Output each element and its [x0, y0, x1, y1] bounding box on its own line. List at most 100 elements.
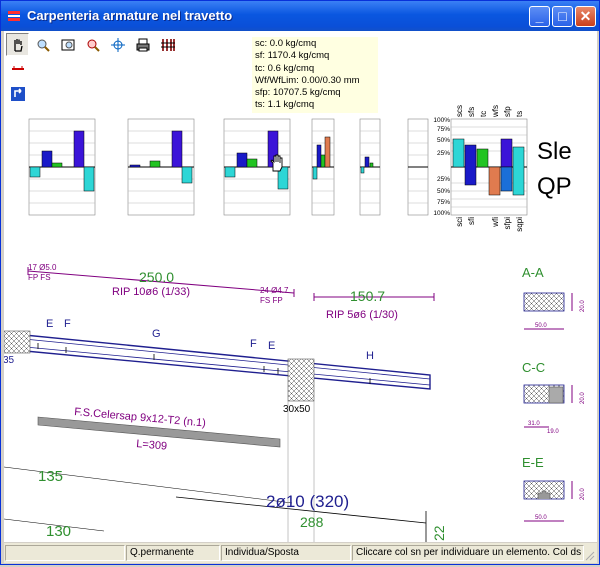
pct-label: 75%	[437, 126, 450, 133]
percent-labels: 100% 75% 50% 25% 25% 50% 75% 100%	[433, 117, 450, 217]
joist-elevation: 35 E F G F E H 30x50	[4, 318, 431, 415]
status-load-case: Q.permanente	[126, 545, 220, 561]
dim-22: 22	[431, 525, 447, 541]
app-icon	[7, 9, 21, 23]
edge-number: 35	[4, 355, 15, 366]
dim-288: 288	[300, 514, 324, 530]
bar-green	[320, 154, 326, 168]
cross-section-cc: C-C 31.0 19.0 20.0	[522, 360, 586, 435]
close-icon: ✕	[579, 8, 592, 24]
right-rebar-label: 24 Ø4.7	[260, 286, 289, 295]
axis-label: sci	[455, 217, 464, 227]
section-width: 31.0	[528, 421, 540, 427]
status-hint: Cliccare col sn per individuare un eleme…	[352, 545, 584, 561]
combo-label-qp: QP	[537, 173, 572, 200]
axis-label: scs	[455, 105, 464, 117]
status-bar: Q.permanente Individua/Sposta Cliccare c…	[4, 543, 597, 563]
bar-green	[246, 158, 258, 168]
rip-label-1: RIP 10ø6 (1/33)	[112, 286, 190, 298]
rip-label-2: RIP 5ø6 (1/30)	[326, 309, 398, 321]
axis-label: sfpi	[503, 217, 512, 230]
dim-250: 250.0	[139, 269, 174, 285]
drawing-canvas[interactable]: sc: 0.0 kg/cmq sf: 1170.4 kg/cmq tc: 0.6…	[4, 31, 597, 542]
resize-grip-icon[interactable]	[585, 549, 595, 561]
bar-purple	[171, 130, 183, 168]
pct-label: 100%	[433, 210, 450, 217]
maximize-button[interactable]: □	[552, 6, 573, 27]
section-extra: 19.0	[547, 429, 559, 435]
top-axis-labels: scs sfs tc wfs sfp ts	[455, 105, 524, 118]
dim-135: 135	[38, 468, 63, 485]
section-title: C-C	[522, 360, 545, 375]
bar-orange	[488, 166, 501, 196]
bar-cyan	[312, 166, 318, 180]
axis-label: sfp	[503, 106, 512, 117]
window-title: Carpenteria armature nel travetto	[27, 8, 233, 23]
beam-length: L=309	[136, 438, 168, 453]
status-cell-empty	[5, 545, 125, 561]
bar-blue	[129, 164, 141, 168]
mini-chart-1	[28, 118, 96, 216]
bar-cyan	[452, 138, 465, 168]
minimize-button[interactable]: _	[529, 6, 550, 27]
bar-orange	[324, 136, 331, 168]
mini-charts: 100% 75% 50% 25% 25% 50% 75% 100% scs sf…	[28, 105, 572, 232]
bar-blue	[316, 144, 322, 168]
section-width: 50.0	[535, 515, 547, 521]
section-letter: E	[46, 318, 53, 330]
dim-150: 150.7	[350, 288, 385, 304]
section-letter: E	[268, 340, 275, 352]
rebar-annotations: 17 Ø5.0 FP FS 250.0 RIP 10ø6 (1/33) 24 Ø…	[27, 263, 435, 321]
section-height: 20.0	[580, 488, 586, 500]
bar-blue	[464, 144, 477, 186]
app-window: Carpenteria armature nel travetto _ □ ✕	[0, 0, 600, 565]
bar-cyan	[181, 166, 193, 184]
cross-section-aa: A-A 50.0 20.0	[522, 265, 586, 330]
maximize-icon: □	[558, 8, 567, 24]
combined-check-chart	[450, 118, 528, 216]
dim-130: 130	[46, 523, 71, 540]
section-width: 50.0	[535, 323, 547, 329]
mini-chart-4	[311, 118, 335, 216]
bar-cyan	[360, 166, 365, 174]
bar-purple	[500, 138, 513, 168]
cross-section-ee: E-E 50.0 20.0	[522, 455, 586, 522]
section-height: 20.0	[580, 300, 586, 312]
pct-label: 50%	[437, 188, 450, 195]
close-button[interactable]: ✕	[575, 6, 596, 27]
bar-blue	[364, 156, 370, 168]
pct-label: 25%	[437, 176, 450, 183]
left-rebar-label: 17 Ø5.0	[28, 263, 57, 272]
bar-cyan	[83, 166, 95, 192]
drawing-svg: 100% 75% 50% 25% 25% 50% 75% 100% scs sf…	[4, 105, 586, 542]
bottom-axis-labels: sci sfi wfi sfpi sqpi	[455, 217, 524, 232]
axis-label: ts	[515, 111, 524, 117]
section-title: A-A	[522, 265, 544, 280]
section-letter: F	[64, 318, 71, 330]
bar-blue	[500, 166, 513, 192]
bar-purple	[73, 130, 85, 168]
axis-label: wfs	[491, 105, 500, 118]
section-letter: H	[366, 350, 374, 362]
status-mode: Individua/Sposta	[221, 545, 351, 561]
mini-chart-6	[407, 118, 429, 216]
pct-label: 75%	[437, 199, 450, 206]
bar-green	[369, 162, 374, 168]
bar-blue	[41, 150, 53, 168]
section-height: 20.0	[580, 392, 586, 404]
mini-chart-5	[359, 118, 381, 216]
left-rebar-sub: FP FS	[28, 273, 51, 282]
section-letter: G	[152, 328, 161, 340]
axis-label: sfi	[467, 217, 476, 225]
prefab-beam: F.S.Celersap 9x12-T2 (n.1) L=309	[37, 406, 281, 453]
bar-blue	[236, 152, 248, 168]
axis-label: tc	[479, 111, 488, 117]
axis-label: sfs	[467, 107, 476, 117]
axis-label: wfi	[491, 217, 500, 228]
section-letter: F	[250, 338, 257, 350]
minimize-icon: _	[535, 8, 544, 24]
combo-label-sle: Sle	[537, 138, 572, 165]
title-bar[interactable]: Carpenteria armature nel travetto _ □ ✕	[1, 1, 599, 31]
bar-green	[476, 148, 489, 168]
section-title: E-E	[522, 455, 544, 470]
